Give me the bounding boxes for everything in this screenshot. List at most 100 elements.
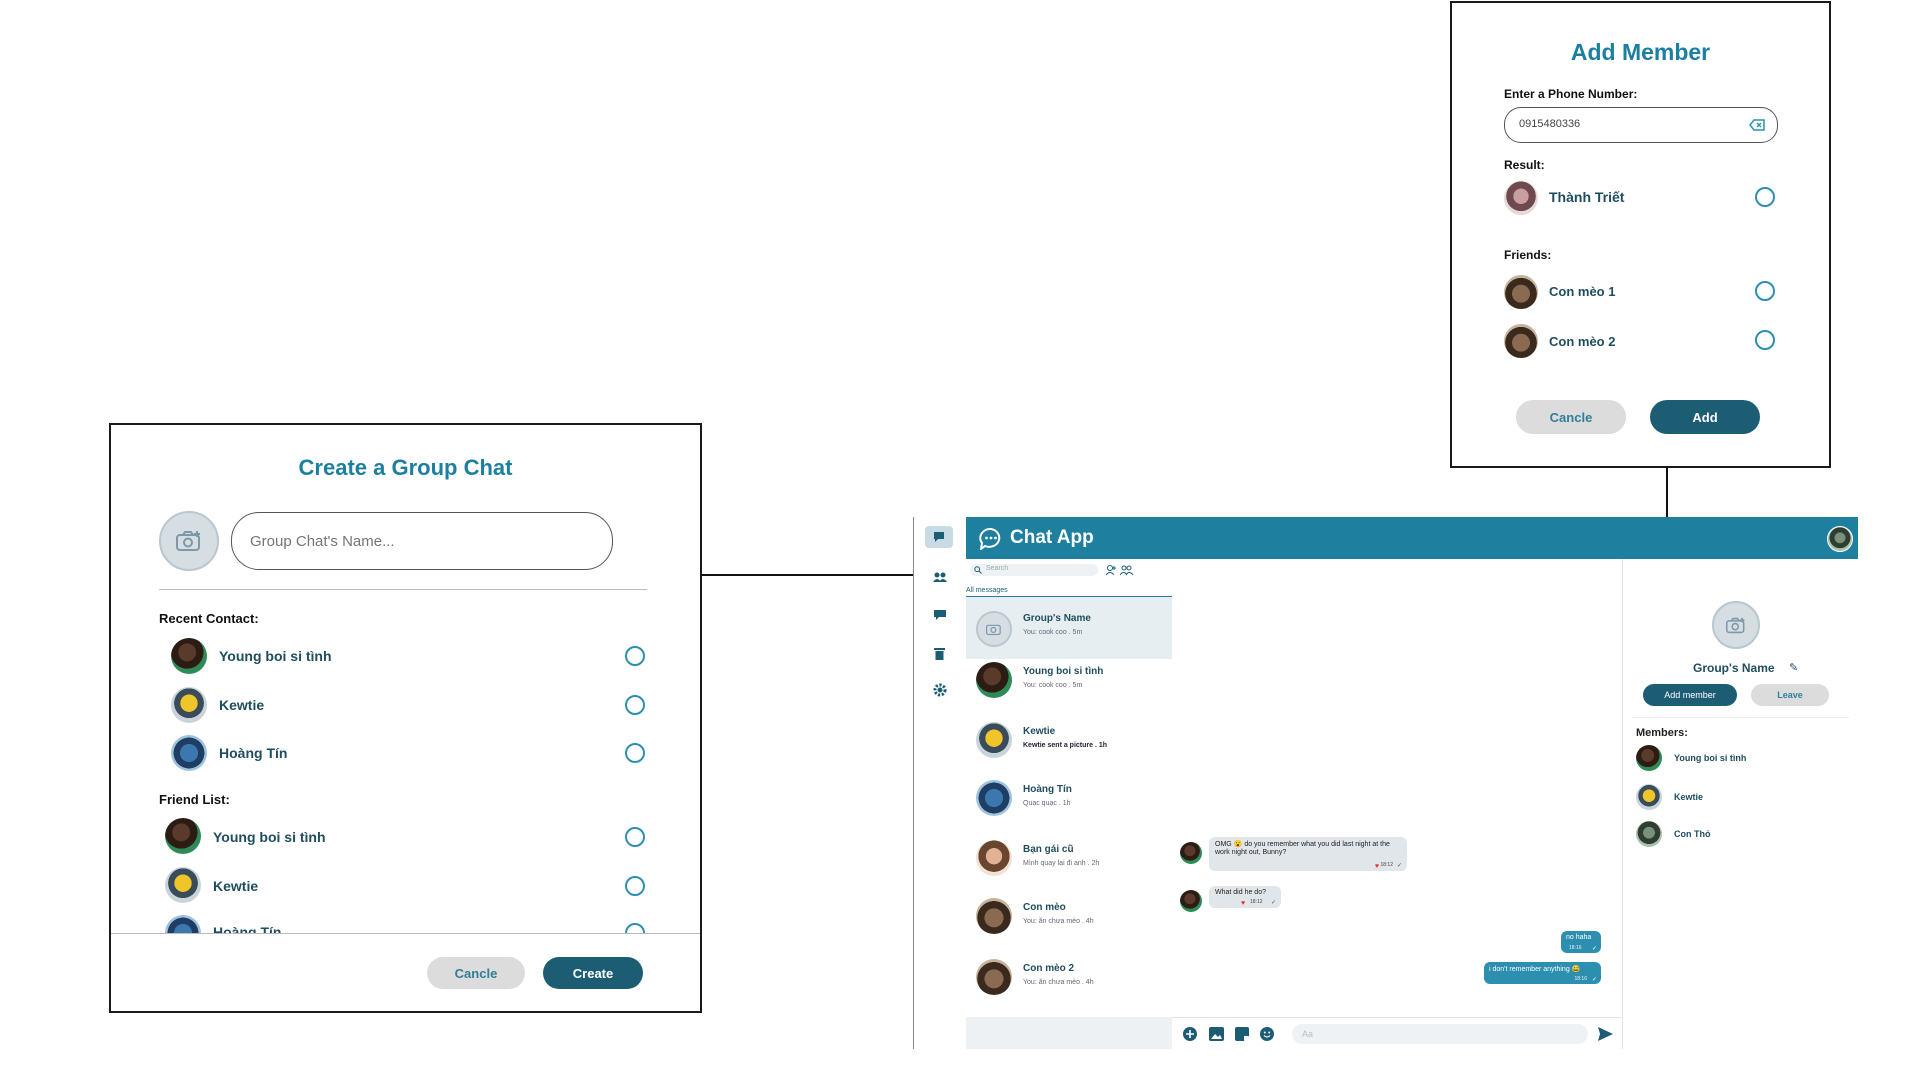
conversation-name: Con mèo bbox=[1023, 902, 1066, 913]
recent-contact-label: Recent Contact: bbox=[159, 611, 259, 626]
select-radio[interactable] bbox=[625, 876, 645, 896]
tab-all-messages[interactable]: All messages bbox=[966, 587, 1008, 594]
footer-divider bbox=[111, 933, 700, 934]
message-text: i don't remember anything 😅 bbox=[1489, 966, 1581, 973]
create-group-icon[interactable] bbox=[1120, 564, 1134, 576]
select-radio[interactable] bbox=[625, 695, 645, 715]
avatar bbox=[976, 840, 1012, 876]
contact-name: Hoàng Tín bbox=[219, 745, 288, 761]
avatar bbox=[171, 638, 207, 674]
conversation-item[interactable]: Hoàng Tín Quạc quạc . 1h bbox=[966, 777, 1172, 827]
group-name-input[interactable] bbox=[231, 512, 613, 570]
friend-item-partial[interactable]: Hoàng Tín bbox=[111, 905, 700, 933]
contact-name: Hoàng Tín bbox=[213, 924, 282, 933]
conversation-item[interactable]: Con mèo 2 You: ăn chưa mèo . 4h bbox=[966, 956, 1172, 1006]
conversation-name: Hoàng Tín bbox=[1023, 784, 1072, 795]
phone-value: 0915480336 bbox=[1519, 118, 1581, 130]
search-bar[interactable]: Search bbox=[970, 564, 1098, 576]
camera-add-icon bbox=[176, 531, 200, 551]
members-divider bbox=[1633, 717, 1849, 718]
message-text: no haha bbox=[1566, 934, 1592, 941]
trash-icon[interactable] bbox=[934, 646, 945, 660]
conversation-item[interactable]: Bạn gái cũ Mình quay lại đi anh . 2h bbox=[966, 837, 1172, 887]
nav-rail bbox=[914, 517, 967, 1049]
messages-icon[interactable] bbox=[933, 609, 947, 621]
avatar bbox=[165, 818, 201, 854]
conversation-preview: You: ăn chưa mèo . 4h bbox=[1023, 979, 1094, 986]
avatar bbox=[1504, 275, 1538, 309]
group-photo[interactable] bbox=[1712, 601, 1760, 649]
message-input[interactable]: Aa bbox=[1292, 1024, 1588, 1044]
select-radio[interactable] bbox=[1755, 187, 1775, 207]
create-button[interactable]: Create bbox=[543, 957, 643, 989]
avatar bbox=[976, 959, 1012, 995]
select-radio[interactable] bbox=[1755, 330, 1775, 350]
add-member-button[interactable]: Add member bbox=[1643, 684, 1737, 706]
contacts-icon[interactable] bbox=[933, 572, 947, 582]
member-name: Con Thỏ bbox=[1674, 829, 1711, 839]
conversation-name: Young boi si tình bbox=[1023, 666, 1104, 677]
select-radio[interactable] bbox=[1755, 281, 1775, 301]
chat-app-window: Chat App Search All messages Group's Nam… bbox=[913, 517, 1859, 1049]
conversation-panel: Search All messages Group's Name You: co… bbox=[966, 559, 1173, 1049]
group-avatar bbox=[976, 611, 1012, 647]
cancel-button[interactable]: Cancle bbox=[1516, 400, 1626, 434]
avatar bbox=[165, 867, 201, 903]
nav-chats[interactable] bbox=[925, 526, 953, 548]
image-icon[interactable] bbox=[1209, 1027, 1224, 1041]
avatar bbox=[1636, 745, 1662, 771]
edit-pencil-icon[interactable]: ✎ bbox=[1789, 661, 1798, 674]
clear-icon[interactable] bbox=[1749, 119, 1765, 131]
message-area: OMG 😮 do you remember what you did last … bbox=[1172, 559, 1622, 1049]
select-radio[interactable] bbox=[625, 743, 645, 763]
conversation-preview: You: ăn chưa mèo . 4h bbox=[1023, 918, 1094, 925]
avatar bbox=[171, 687, 207, 723]
search-placeholder: Search bbox=[986, 565, 1009, 572]
group-info-panel: Group's Name ✎ Add member Leave Members:… bbox=[1622, 559, 1859, 1049]
chat-logo-icon bbox=[979, 527, 1001, 550]
select-radio[interactable] bbox=[625, 923, 645, 933]
conversation-name: Con mèo 2 bbox=[1023, 963, 1075, 974]
phone-input[interactable]: 0915480336 bbox=[1504, 107, 1778, 143]
chat-bubble-icon bbox=[934, 532, 944, 542]
conversation-item[interactable]: Young boi si tình You: cook coo . 5m bbox=[966, 659, 1172, 709]
avatar bbox=[165, 915, 201, 933]
message-text: OMG 😮 do you remember what you did last … bbox=[1215, 841, 1390, 856]
member-name: Kewtie bbox=[1674, 792, 1704, 802]
avatar bbox=[976, 780, 1012, 816]
friend-name: Con mèo 1 bbox=[1549, 284, 1616, 299]
send-icon[interactable] bbox=[1598, 1027, 1613, 1041]
conversation-item[interactable]: Con mèo You: ăn chưa mèo . 4h bbox=[966, 895, 1172, 945]
select-radio[interactable] bbox=[625, 827, 645, 847]
user-avatar[interactable] bbox=[1827, 526, 1853, 552]
avatar bbox=[1636, 821, 1662, 847]
camera-add-icon bbox=[1726, 617, 1745, 633]
conversation-name: Bạn gái cũ bbox=[1023, 844, 1074, 855]
message-bubble-incoming: OMG 😮 do you remember what you did last … bbox=[1209, 837, 1407, 871]
group-photo-button[interactable] bbox=[159, 511, 219, 571]
result-label: Result: bbox=[1504, 158, 1545, 172]
conversation-item[interactable]: Kewtie Kewtie sent a picture . 1h bbox=[966, 719, 1172, 769]
conversation-name: Group's Name bbox=[1023, 613, 1091, 624]
friend-list-label: Friend List: bbox=[159, 792, 230, 807]
emoji-icon[interactable] bbox=[1260, 1027, 1274, 1041]
result-name: Thành Triết bbox=[1549, 189, 1625, 205]
message-time: 18:12 bbox=[1380, 862, 1393, 868]
message-time: 18:16 bbox=[1574, 976, 1587, 982]
settings-icon[interactable] bbox=[933, 683, 947, 697]
contact-name: Kewtie bbox=[219, 697, 265, 713]
message-text: What did he do? bbox=[1215, 889, 1266, 896]
avatar bbox=[1180, 890, 1202, 912]
avatar bbox=[171, 735, 207, 771]
add-button[interactable]: Add bbox=[1650, 400, 1760, 434]
cancel-button[interactable]: Cancle bbox=[427, 957, 525, 989]
conversation-item[interactable]: Group's Name You: cook coo . 5m bbox=[966, 597, 1172, 659]
select-radio[interactable] bbox=[625, 646, 645, 666]
plus-circle-icon[interactable] bbox=[1183, 1027, 1197, 1041]
conversation-preview: Quạc quạc . 1h bbox=[1023, 800, 1071, 807]
members-label: Members: bbox=[1636, 727, 1688, 739]
leave-button[interactable]: Leave bbox=[1751, 684, 1829, 706]
sticker-icon[interactable] bbox=[1235, 1027, 1249, 1041]
add-friend-icon[interactable] bbox=[1105, 564, 1117, 576]
avatar bbox=[976, 662, 1012, 698]
